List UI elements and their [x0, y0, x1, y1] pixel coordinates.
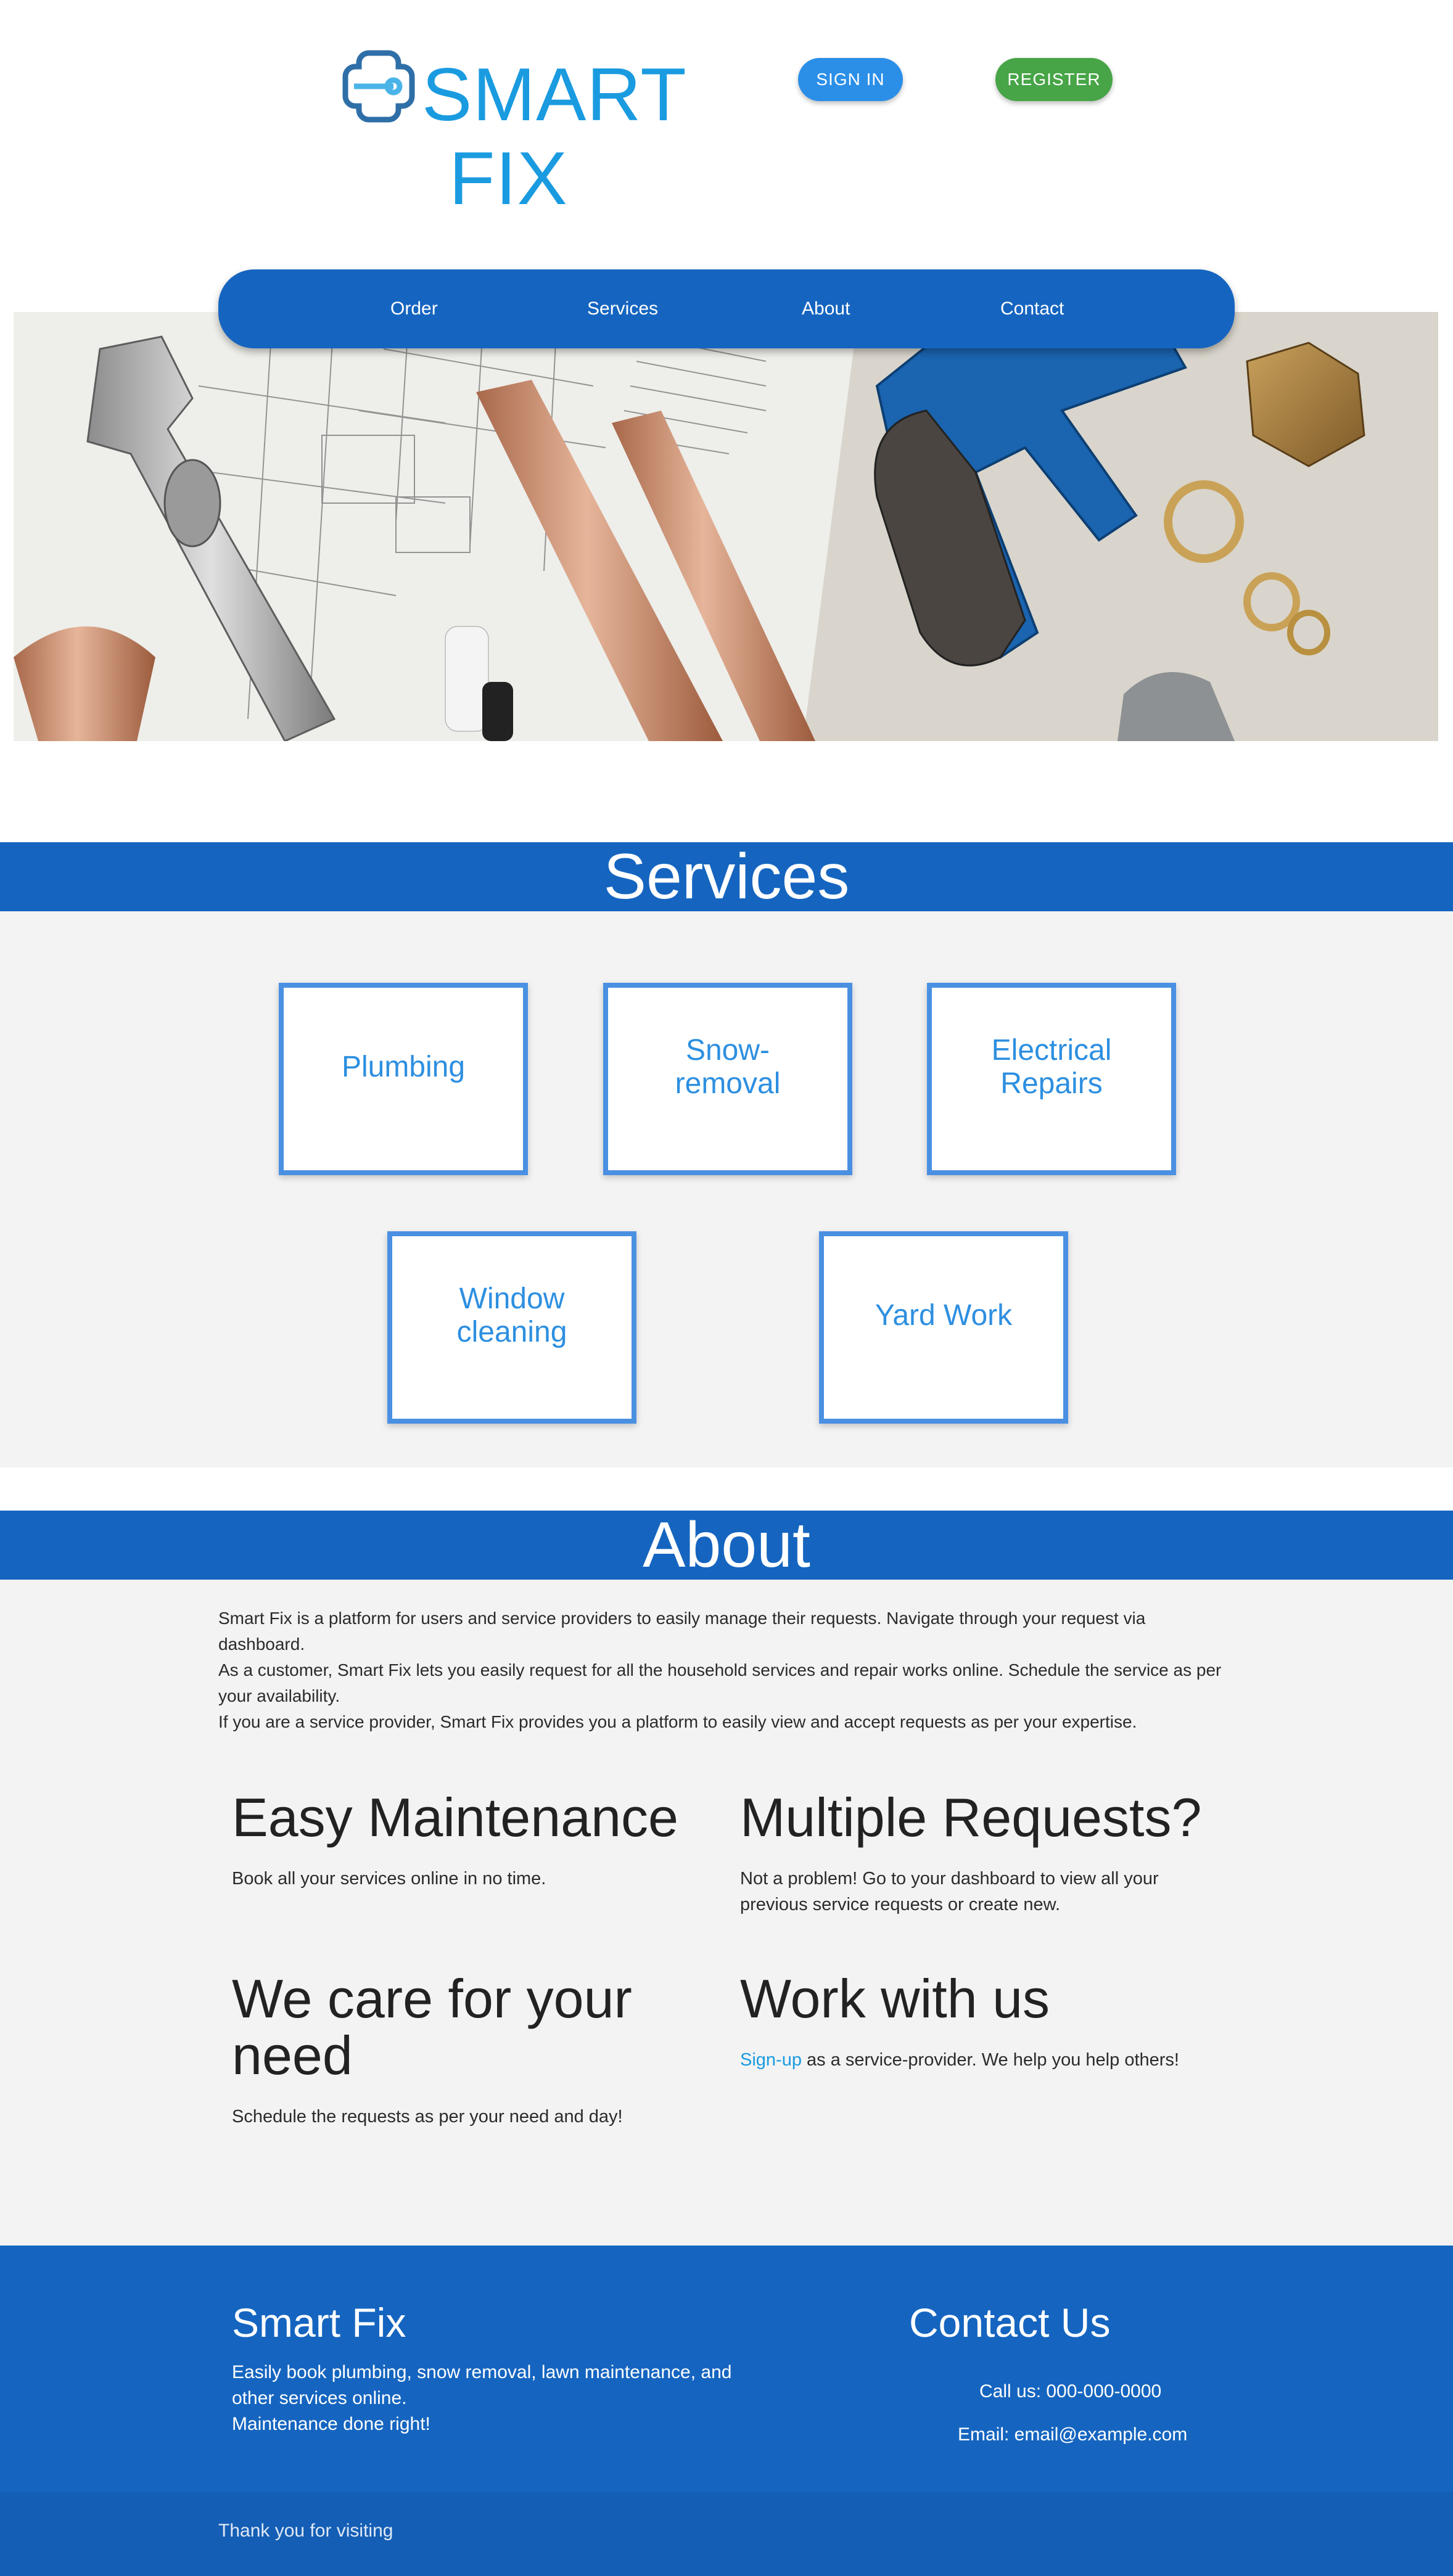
service-card-yard-work[interactable]: Yard Work [819, 1231, 1068, 1424]
service-card-plumbing[interactable]: Plumbing [279, 983, 528, 1175]
footer-description: Easily book plumbing, snow removal, lawn… [232, 2362, 732, 2408]
service-card-label: Window cleaning [456, 1282, 567, 1348]
service-card-label: Electrical Repairs [991, 1034, 1112, 1100]
register-button[interactable]: REGISTER [995, 58, 1113, 101]
feature-text: Book all your services online in no time… [232, 1869, 546, 1889]
signup-link[interactable]: Sign-up [740, 2050, 802, 2070]
feature-heading-work-with-us: Work with us [740, 1968, 1050, 2029]
service-card-label: Plumbing [341, 1051, 466, 1083]
feature-text: Not a problem! Go to your dashboard to v… [740, 1869, 1159, 1914]
feature-text-tail: as a service-provider. We help you help … [801, 2050, 1179, 2070]
logo-icon [340, 48, 417, 125]
footer-email: Email: email@example.com [958, 2424, 1188, 2445]
feature-heading-we-care: We care for your need [232, 1968, 632, 2086]
footer-tagline: Maintenance done right! [232, 2414, 430, 2434]
service-card-label: Yard Work [875, 1299, 1013, 1332]
about-heading: About [0, 1511, 1453, 1580]
service-card-electrical-repairs[interactable]: Electrical Repairs [927, 983, 1176, 1175]
nav-order-link[interactable]: Order [390, 298, 438, 319]
feature-heading-easy-maintenance: Easy Maintenance [232, 1787, 678, 1848]
about-paragraph: As a customer, Smart Fix lets you easily… [218, 1660, 1222, 1705]
service-card-label: Snow-removal [675, 1034, 781, 1100]
service-card-window-cleaning[interactable]: Window cleaning [387, 1231, 636, 1424]
nav-services-link[interactable]: Services [587, 298, 658, 319]
about-paragraph: Smart Fix is a platform for users and se… [218, 1609, 1146, 1654]
service-card-snow-removal[interactable]: Snow-removal [603, 983, 852, 1175]
nav-contact-link[interactable]: Contact [1000, 298, 1064, 319]
about-paragraph: If you are a service provider, Smart Fix… [218, 1712, 1137, 1731]
feature-heading-multiple-requests: Multiple Requests? [740, 1787, 1202, 1848]
services-heading: Services [0, 842, 1453, 911]
hero-image [14, 312, 1438, 741]
feature-text: Schedule the requests as per your need a… [232, 2107, 623, 2127]
footer-phone: Call us: 000-000-0000 [979, 2381, 1162, 2402]
brand-logo-line2: FIX [449, 136, 568, 220]
footer-contact-title: Contact Us [909, 2300, 1111, 2345]
footer-brand-title: Smart Fix [232, 2300, 406, 2345]
footer-thanks: Thank you for visiting [218, 2521, 393, 2541]
main-navbar [218, 269, 1235, 348]
nav-about-link[interactable]: About [802, 298, 850, 319]
brand-logo-line1: SMART [422, 52, 687, 136]
feature-text: Sign-up as a service-provider. We help y… [740, 2047, 1179, 2073]
sign-in-button[interactable]: SIGN IN [798, 58, 903, 101]
